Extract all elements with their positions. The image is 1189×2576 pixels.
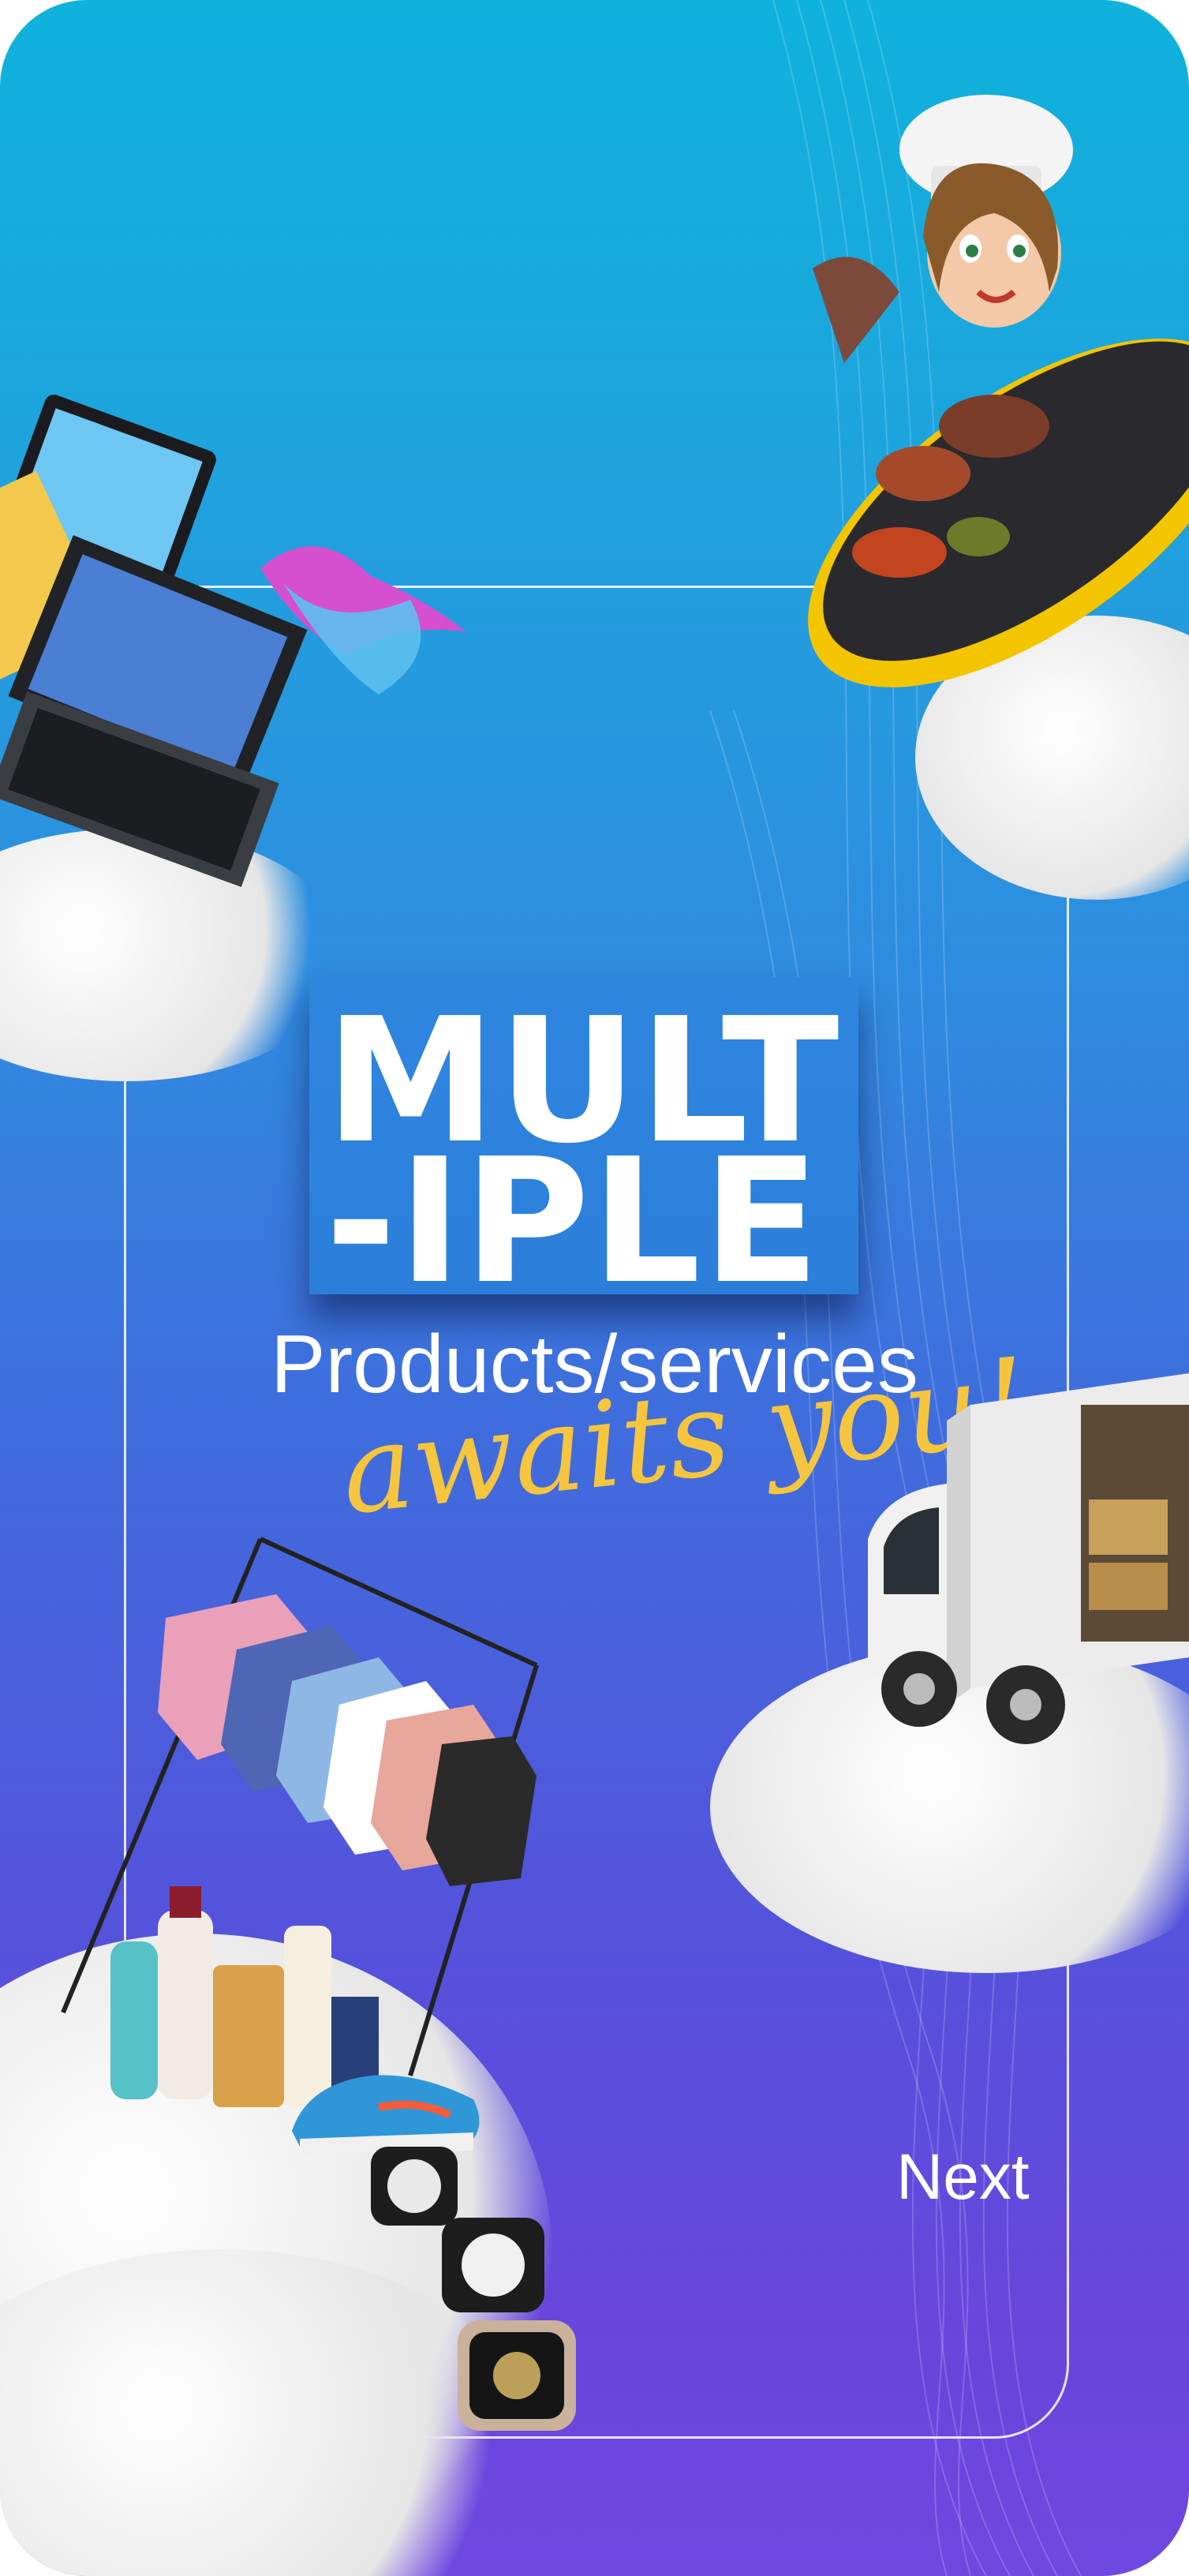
title-line-2: -IPLE xyxy=(325,1122,822,1322)
delivery-truck-icon xyxy=(868,1373,1189,1744)
next-button[interactable]: Next xyxy=(896,2140,1030,2215)
chef-with-pan-icon xyxy=(808,95,1189,687)
smartwatches-icon xyxy=(371,2147,576,2431)
onboarding-screen: MULT -IPLE Products/services awaits you! xyxy=(0,0,1189,2576)
laptops-tablets-icon xyxy=(0,395,466,887)
